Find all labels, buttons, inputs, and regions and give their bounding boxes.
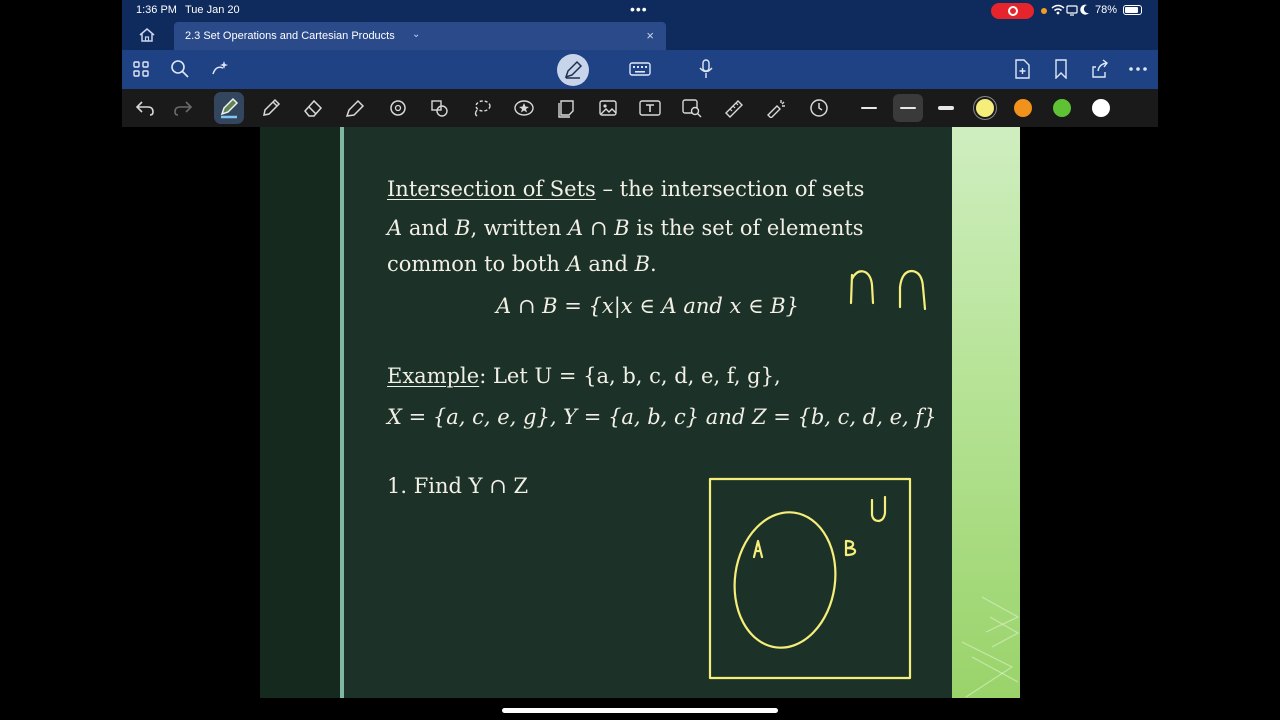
system-icons — [1051, 3, 1091, 20]
ai-sparkle-icon[interactable] — [209, 58, 231, 80]
home-icon[interactable] — [138, 27, 158, 45]
lasso-icon[interactable] — [429, 97, 451, 119]
add-page-icon[interactable] — [1011, 58, 1033, 80]
sticker-icon[interactable] — [513, 97, 535, 119]
battery-percent: 78% — [1095, 4, 1118, 16]
bookmark-icon[interactable] — [1050, 58, 1072, 80]
text-box-icon[interactable] — [639, 97, 661, 119]
drawing-toolbar — [122, 89, 1158, 127]
undo-icon[interactable] — [134, 97, 156, 119]
venn-label-a-ink — [752, 539, 764, 559]
battery-icon — [1123, 5, 1142, 15]
ruler-icon[interactable] — [723, 97, 745, 119]
ink-intersection-symbol-2 — [898, 269, 927, 311]
tab-bar: 2.3 Set Operations and Cartesian Product… — [122, 22, 1158, 50]
microphone-icon[interactable] — [695, 58, 717, 80]
highlighter-pen-icon[interactable] — [218, 97, 240, 119]
document-tab[interactable]: 2.3 Set Operations and Cartesian Product… — [174, 22, 666, 50]
image-icon[interactable] — [597, 97, 619, 119]
pencil-icon[interactable] — [260, 97, 282, 119]
share-icon[interactable] — [1089, 58, 1111, 80]
keyboard-icon[interactable] — [629, 58, 651, 80]
main-toolbar — [122, 50, 1158, 89]
color-swatch-yellow[interactable] — [976, 99, 994, 117]
sticky-note-icon[interactable] — [555, 97, 577, 119]
status-time: 1:36 PM — [136, 4, 177, 16]
ink-intersection-symbol-1 — [849, 270, 875, 305]
ipad-screen: 1:36 PM Tue Jan 20 ••• 78% 2.3 Set Opera… — [122, 0, 1158, 720]
screen-recording-icon[interactable] — [991, 3, 1034, 19]
eraser-icon[interactable] — [302, 97, 324, 119]
search-icon[interactable] — [169, 58, 191, 80]
close-tab-icon[interactable]: × — [646, 28, 654, 43]
stroke-thick[interactable] — [931, 94, 961, 122]
color-swatch-white[interactable] — [1092, 99, 1110, 117]
color-swatch-green[interactable] — [1053, 99, 1071, 117]
stroke-medium[interactable] — [893, 94, 923, 122]
highlighter-icon[interactable] — [344, 97, 366, 119]
chevron-down-icon[interactable]: ⌄ — [412, 29, 420, 40]
grid-icon[interactable] — [130, 58, 152, 80]
color-swatch-orange[interactable] — [1014, 99, 1032, 117]
lasso-select-icon[interactable] — [471, 97, 493, 119]
status-date: Tue Jan 20 — [185, 4, 240, 16]
status-bar: 1:36 PM Tue Jan 20 ••• 78% — [122, 0, 1158, 22]
venn-label-u-ink — [870, 495, 887, 523]
venn-label-b-ink — [844, 539, 857, 557]
venn-universe-box — [708, 477, 912, 680]
wifi-cast-moon-icons — [1051, 4, 1089, 16]
timer-icon[interactable] — [808, 97, 830, 119]
redo-icon[interactable] — [172, 97, 194, 119]
document-canvas[interactable]: Intersection of Sets – the intersection … — [122, 127, 1158, 698]
laser-pointer-icon[interactable] — [765, 97, 787, 119]
stroke-thin[interactable] — [854, 94, 884, 122]
slide-page[interactable]: Intersection of Sets – the intersection … — [260, 127, 1020, 698]
mic-indicator-icon — [1041, 8, 1047, 14]
more-icon[interactable] — [1127, 58, 1149, 80]
handwritten-ink-layer[interactable] — [260, 127, 1020, 698]
multitasking-dots-icon[interactable]: ••• — [630, 1, 648, 17]
shapes-icon[interactable] — [387, 97, 409, 119]
venn-set-a-circle — [733, 511, 837, 649]
image-search-icon[interactable] — [681, 97, 703, 119]
document-tab-title: 2.3 Set Operations and Cartesian Product… — [185, 30, 395, 42]
pen-mode-icon[interactable] — [557, 54, 589, 86]
home-indicator[interactable] — [502, 708, 778, 713]
